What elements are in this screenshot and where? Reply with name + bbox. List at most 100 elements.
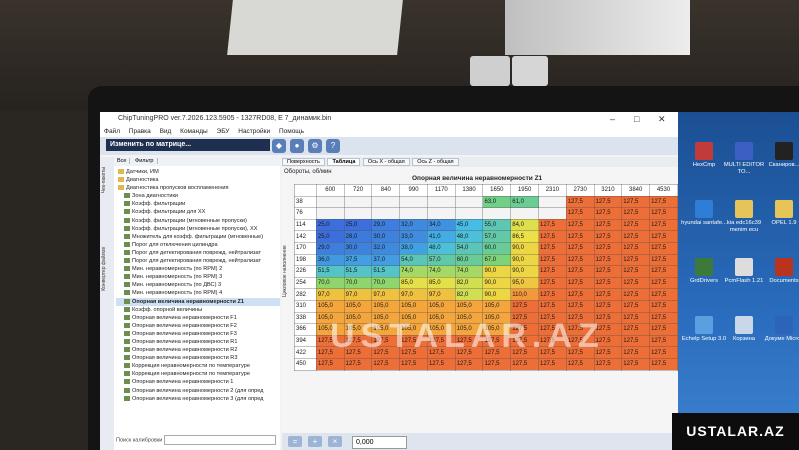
tree-item[interactable]: Опорная величина неравномерности F1 xyxy=(116,314,280,322)
table-cell[interactable]: 127,5 xyxy=(565,299,595,313)
tree-item[interactable]: Коэфф. фильтрации (мгновенные пропуски) xyxy=(116,217,280,225)
table-cell[interactable]: 33,0 xyxy=(399,230,428,243)
table-cell[interactable]: 127,5 xyxy=(565,357,595,371)
table-cell[interactable]: 105,0 xyxy=(454,299,484,313)
menu-settings[interactable]: Настройки xyxy=(238,128,270,135)
table-cell[interactable]: 127,5 xyxy=(621,276,651,290)
table-cell[interactable]: 127,5 xyxy=(565,265,595,278)
table-cell[interactable]: 127,5 xyxy=(649,346,678,359)
table-cell[interactable] xyxy=(315,207,345,220)
table-cell[interactable]: 127,5 xyxy=(565,288,595,301)
table-cell[interactable]: 105,0 xyxy=(426,299,456,313)
x-axis-cell[interactable]: 840 xyxy=(371,184,401,197)
table-cell[interactable]: 57,0 xyxy=(482,230,512,243)
table-cell[interactable]: 74,0 xyxy=(426,265,456,278)
table-cell[interactable]: 67,0 xyxy=(482,253,512,267)
table-cell[interactable]: 127,5 xyxy=(343,357,373,371)
table-cell[interactable]: 28,0 xyxy=(343,230,373,243)
table-cell[interactable]: 127,5 xyxy=(649,195,678,209)
tab-check-packets[interactable]: Чек-пакеты xyxy=(101,167,113,193)
y-axis-cell[interactable]: 282 xyxy=(294,288,317,301)
y-axis-cell[interactable]: 76 xyxy=(294,207,317,220)
tree-item[interactable]: Коэфф. фильтрации xyxy=(116,200,280,208)
tree-item[interactable]: Коэфф. опорной величины xyxy=(116,306,280,314)
x-axis-cell[interactable]: 990 xyxy=(399,184,428,197)
tree-item[interactable]: Зона диагностики xyxy=(116,192,280,200)
tree-item[interactable]: Коэфф. фильтрации (мгновенные пропуски),… xyxy=(116,225,280,233)
menu-file[interactable]: Файл xyxy=(104,128,120,135)
table-cell[interactable]: 127,5 xyxy=(482,357,512,371)
table-cell[interactable] xyxy=(482,207,512,220)
table-cell[interactable]: 127,5 xyxy=(593,265,623,278)
multiply-icon[interactable]: × xyxy=(328,436,342,447)
y-axis-cell[interactable]: 338 xyxy=(294,311,317,325)
table-cell[interactable]: 37,5 xyxy=(343,253,373,267)
table-cell[interactable]: 127,5 xyxy=(649,253,678,267)
tree-item[interactable]: Опорная величина неравномерности 1 xyxy=(116,378,280,386)
table-cell[interactable]: 127,5 xyxy=(399,357,428,371)
table-cell[interactable]: 30,0 xyxy=(371,230,401,243)
table-cell[interactable]: 54,0 xyxy=(454,241,484,255)
settings-icon[interactable]: ⚙ xyxy=(308,139,322,153)
table-cell[interactable]: 90,0 xyxy=(510,253,539,267)
table-cell[interactable]: 55,0 xyxy=(482,218,512,232)
table-cell[interactable]: 45,0 xyxy=(454,218,484,232)
table-cell[interactable] xyxy=(538,207,567,220)
table-cell[interactable]: 70,0 xyxy=(343,276,373,290)
tree-item[interactable]: Диагностика xyxy=(116,176,280,184)
tab-axis-z[interactable]: Ось Z - общая xyxy=(412,158,459,166)
table-cell[interactable]: 127,5 xyxy=(593,207,623,220)
x-axis-cell[interactable]: 2730 xyxy=(565,184,595,197)
table-cell[interactable]: 61,0 xyxy=(510,195,539,209)
table-cell[interactable]: 127,5 xyxy=(621,288,651,301)
table-cell[interactable] xyxy=(343,207,373,220)
table-cell[interactable]: 25,0 xyxy=(315,218,345,232)
table-cell[interactable]: 60,0 xyxy=(482,241,512,255)
y-axis-cell[interactable]: 170 xyxy=(294,241,317,255)
table-cell[interactable]: 70,0 xyxy=(371,276,401,290)
change-by-matrix-button[interactable]: Изменить по матрице... xyxy=(106,139,270,151)
tree-item[interactable]: Датчики, ИМ xyxy=(116,168,280,176)
table-cell[interactable]: 97,0 xyxy=(315,288,345,301)
tree-item[interactable]: Диагностика пропусков воспламенения xyxy=(116,184,280,192)
menu-commands[interactable]: Команды xyxy=(180,128,208,135)
table-cell[interactable]: 90,0 xyxy=(482,276,512,290)
table-cell[interactable] xyxy=(315,195,345,209)
table-cell[interactable]: 41,0 xyxy=(426,230,456,243)
table-cell[interactable] xyxy=(399,195,428,209)
table-cell[interactable]: 127,5 xyxy=(538,265,567,278)
table-cell[interactable]: 36,0 xyxy=(315,253,345,267)
desktop-shortcut[interactable]: OPEL 1.9 xyxy=(760,200,799,227)
table-cell[interactable]: 127,5 xyxy=(593,299,623,313)
table-cell[interactable]: 127,5 xyxy=(621,334,651,348)
table-cell[interactable]: 90,0 xyxy=(482,288,512,301)
x-axis-cell[interactable]: 1950 xyxy=(510,184,539,197)
table-cell[interactable]: 57,0 xyxy=(426,253,456,267)
table-cell[interactable]: 25,0 xyxy=(315,230,345,243)
table-cell[interactable]: 127,5 xyxy=(538,241,567,255)
tree-item[interactable]: Опорная величина неравномерности R3 xyxy=(116,354,280,362)
y-axis-cell[interactable]: 226 xyxy=(294,265,317,278)
tree-item[interactable]: Коэфф. фильтрации для XX xyxy=(116,208,280,216)
tree-item[interactable]: Опорная величина неравномерности 3 (для … xyxy=(116,395,280,403)
table-cell[interactable]: 105,0 xyxy=(482,299,512,313)
x-axis-cell[interactable]: 1170 xyxy=(426,184,456,197)
table-cell[interactable]: 127,5 xyxy=(593,276,623,290)
table-cell[interactable] xyxy=(454,195,484,209)
tree-item[interactable]: Опорная величина неравномерности Z1 xyxy=(116,297,280,306)
tab-surface[interactable]: Поверхность xyxy=(282,158,325,166)
table-cell[interactable]: 90,0 xyxy=(482,265,512,278)
table-cell[interactable]: 127,5 xyxy=(621,218,651,232)
tree-item[interactable]: Опорная величина неравномерности R2 xyxy=(116,346,280,354)
y-axis-cell[interactable]: 142 xyxy=(294,230,317,243)
table-cell[interactable]: 127,5 xyxy=(621,230,651,243)
diamond-icon[interactable]: ◆ xyxy=(272,139,286,153)
table-cell[interactable]: 90,0 xyxy=(510,241,539,255)
table-cell[interactable]: 127,5 xyxy=(565,241,595,255)
table-cell[interactable]: 29,0 xyxy=(371,218,401,232)
table-cell[interactable] xyxy=(399,207,428,220)
table-cell[interactable]: 84,0 xyxy=(510,218,539,232)
table-cell[interactable]: 54,0 xyxy=(399,253,428,267)
table-cell[interactable]: 127,5 xyxy=(649,334,678,348)
table-cell[interactable]: 127,5 xyxy=(621,253,651,267)
